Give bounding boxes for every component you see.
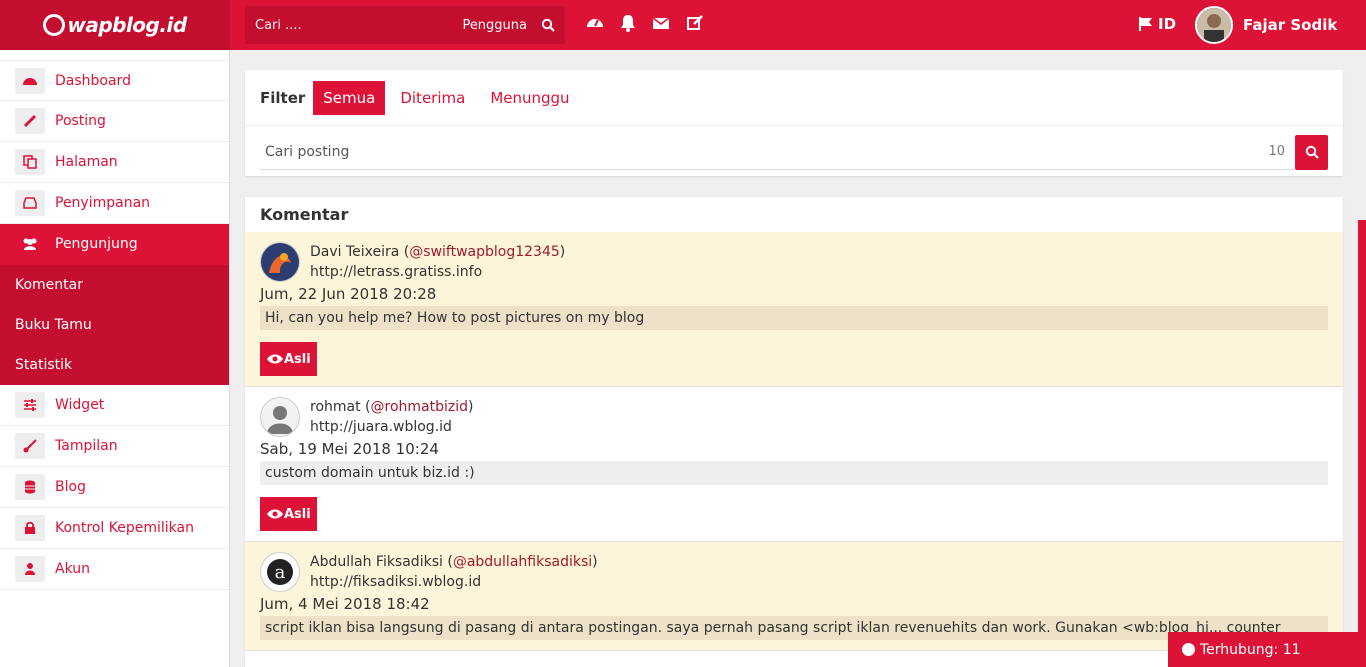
original-button-label: Asli [284, 506, 311, 522]
edit-icon[interactable] [686, 14, 704, 32]
comment-author: Abdullah Fiksadiksi (@abdullahfiksadiksi… [310, 554, 598, 590]
users-icon [15, 231, 45, 257]
logo-mark-icon [43, 14, 66, 36]
eye-icon [267, 354, 283, 364]
brand-name: wapblog.id [67, 13, 187, 37]
comments-title: Komentar [260, 205, 349, 224]
avatar[interactable] [260, 397, 300, 437]
filter-label: Filter [260, 88, 306, 107]
comment-author-url[interactable]: http://letrass.gratiss.info [310, 264, 482, 280]
sidebar-item-label: Akun [55, 561, 90, 577]
sidebar-item-label: Blog [55, 479, 86, 495]
sidebar-item-kontrol-kepemilikan[interactable]: Kontrol Kepemilikan [0, 508, 229, 549]
avatar[interactable]: a [260, 552, 300, 592]
dashboard-icon[interactable] [586, 14, 604, 32]
sidebar-item-tampilan[interactable]: Tampilan [0, 426, 229, 467]
sidebar-subitem-statistik[interactable]: Statistik [0, 345, 229, 385]
connection-status-label: Terhubung: 11 [1200, 641, 1301, 658]
flag-icon [1139, 17, 1152, 31]
sidebar-item-label: Dashboard [55, 72, 131, 89]
connection-status[interactable]: Terhubung: 11 [1168, 632, 1358, 667]
comments-card: Komentar Davi Teixeira (@swiftwapblog123… [245, 197, 1343, 667]
post-search-input[interactable]: Cari posting 10 [260, 134, 1295, 170]
tab-semua[interactable]: Semua [313, 80, 386, 115]
search-icon[interactable] [541, 18, 555, 32]
comment-author: Davi Teixeira (@swiftwapblog12345) http:… [310, 244, 566, 280]
tab-menunggu[interactable]: Menunggu [480, 81, 579, 115]
filter-card: Filter Semua Diterima Menunggu Cari post… [245, 70, 1343, 176]
post-search-placeholder: Cari posting [265, 143, 350, 160]
avatar[interactable] [260, 242, 300, 282]
header-icons [586, 14, 704, 32]
eye-icon [267, 509, 283, 519]
sidebar-item-posting[interactable]: Posting [0, 101, 229, 142]
sliders-icon [15, 392, 45, 418]
original-button[interactable]: Asli [260, 497, 317, 531]
status-dot-icon [1182, 643, 1195, 656]
sidebar-item-blog[interactable]: Blog [0, 467, 229, 508]
sidebar-item-label: Widget [55, 397, 105, 413]
search-icon [1305, 145, 1319, 159]
comment-author-url[interactable]: http://fiksadiksi.wblog.id [310, 574, 481, 590]
comment-date: Jum, 4 Mei 2018 18:42 [260, 595, 430, 613]
post-search-row: Cari posting 10 [260, 134, 1328, 170]
comment-date: Sab, 19 Mei 2018 10:24 [260, 440, 439, 458]
sidebar-item-label: Penyimpanan [55, 195, 151, 211]
search-scope-select[interactable]: Pengguna [462, 18, 527, 33]
language-label: ID [1158, 15, 1177, 33]
comment-item: Davi Teixeira (@swiftwapblog12345) http:… [245, 232, 1343, 387]
language-switch[interactable]: ID [1138, 15, 1176, 33]
filter-tabs: Filter Semua Diterima Menunggu [245, 70, 1343, 126]
comment-date: Jum, 22 Jun 2018 20:28 [260, 285, 437, 303]
envelope-icon[interactable] [652, 14, 670, 32]
header-search[interactable]: Cari .... Pengguna [245, 6, 565, 44]
comment-author-name: Abdullah Fiksadiksi [310, 554, 443, 570]
comment-text: Hi, can you help me? How to post picture… [260, 306, 1328, 330]
sidebar: Dashboard Posting Halaman Penyimpanan Pe… [0, 50, 230, 667]
user-menu[interactable]: Fajar Sodik [1195, 6, 1337, 44]
svg-text:a: a [275, 562, 286, 583]
lock-icon [15, 515, 45, 541]
sidebar-item-penyimpanan[interactable]: Penyimpanan [0, 183, 229, 224]
sidebar-item-label: Tampilan [55, 438, 118, 454]
avatar [1195, 6, 1233, 44]
pencil-icon [15, 108, 45, 134]
per-page-count[interactable]: 10 [1268, 144, 1285, 159]
comment-author-handle[interactable]: @swiftwapblog12345 [409, 244, 560, 260]
scrollbar-thumb[interactable] [1358, 220, 1366, 667]
database-icon [15, 474, 45, 500]
comment-author-name: Davi Teixeira [310, 244, 400, 260]
comment-text: custom domain untuk biz.id :) [260, 461, 1328, 485]
inbox-icon [15, 190, 45, 216]
sidebar-item-halaman[interactable]: Halaman [0, 142, 229, 183]
brush-icon [15, 433, 45, 459]
header-search-input[interactable]: Cari .... [255, 18, 462, 33]
sidebar-subitem-buku-tamu[interactable]: Buku Tamu [0, 305, 229, 345]
sidebar-item-label: Kontrol Kepemilikan [55, 520, 194, 536]
user-name: Fajar Sodik [1243, 16, 1338, 34]
original-button-label: Asli [284, 351, 311, 367]
dashboard-icon [15, 67, 45, 94]
sidebar-item-akun[interactable]: Akun [0, 549, 229, 590]
comment-item: rohmat (@rohmatbizid) http://juara.wblog… [245, 387, 1343, 542]
tab-diterima[interactable]: Diterima [390, 81, 475, 115]
comment-author-url[interactable]: http://juara.wblog.id [310, 419, 452, 435]
sidebar-subitem-komentar[interactable]: Komentar [0, 265, 229, 305]
comment-author-handle[interactable]: @abdullahfiksadiksi [453, 554, 592, 570]
brand-logo[interactable]: wapblog.id [0, 0, 230, 50]
sidebar-item-label: Posting [55, 113, 106, 129]
copy-icon [15, 149, 45, 175]
sidebar-item-pengunjung[interactable]: Pengunjung [0, 224, 229, 265]
sidebar-item-widget[interactable]: Widget [0, 385, 229, 426]
comment-author-name: rohmat [310, 399, 361, 415]
sidebar-item-label: Halaman [55, 154, 118, 170]
bell-icon[interactable] [620, 14, 636, 32]
comment-author-handle[interactable]: @rohmatbizid [371, 399, 469, 415]
sidebar-item-dashboard[interactable]: Dashboard [0, 60, 229, 101]
user-icon [15, 556, 45, 582]
sidebar-item-label: Pengunjung [55, 236, 138, 252]
original-button[interactable]: Asli [260, 342, 317, 376]
comment-author: rohmat (@rohmatbizid) http://juara.wblog… [310, 399, 474, 435]
post-search-button[interactable] [1295, 134, 1328, 170]
